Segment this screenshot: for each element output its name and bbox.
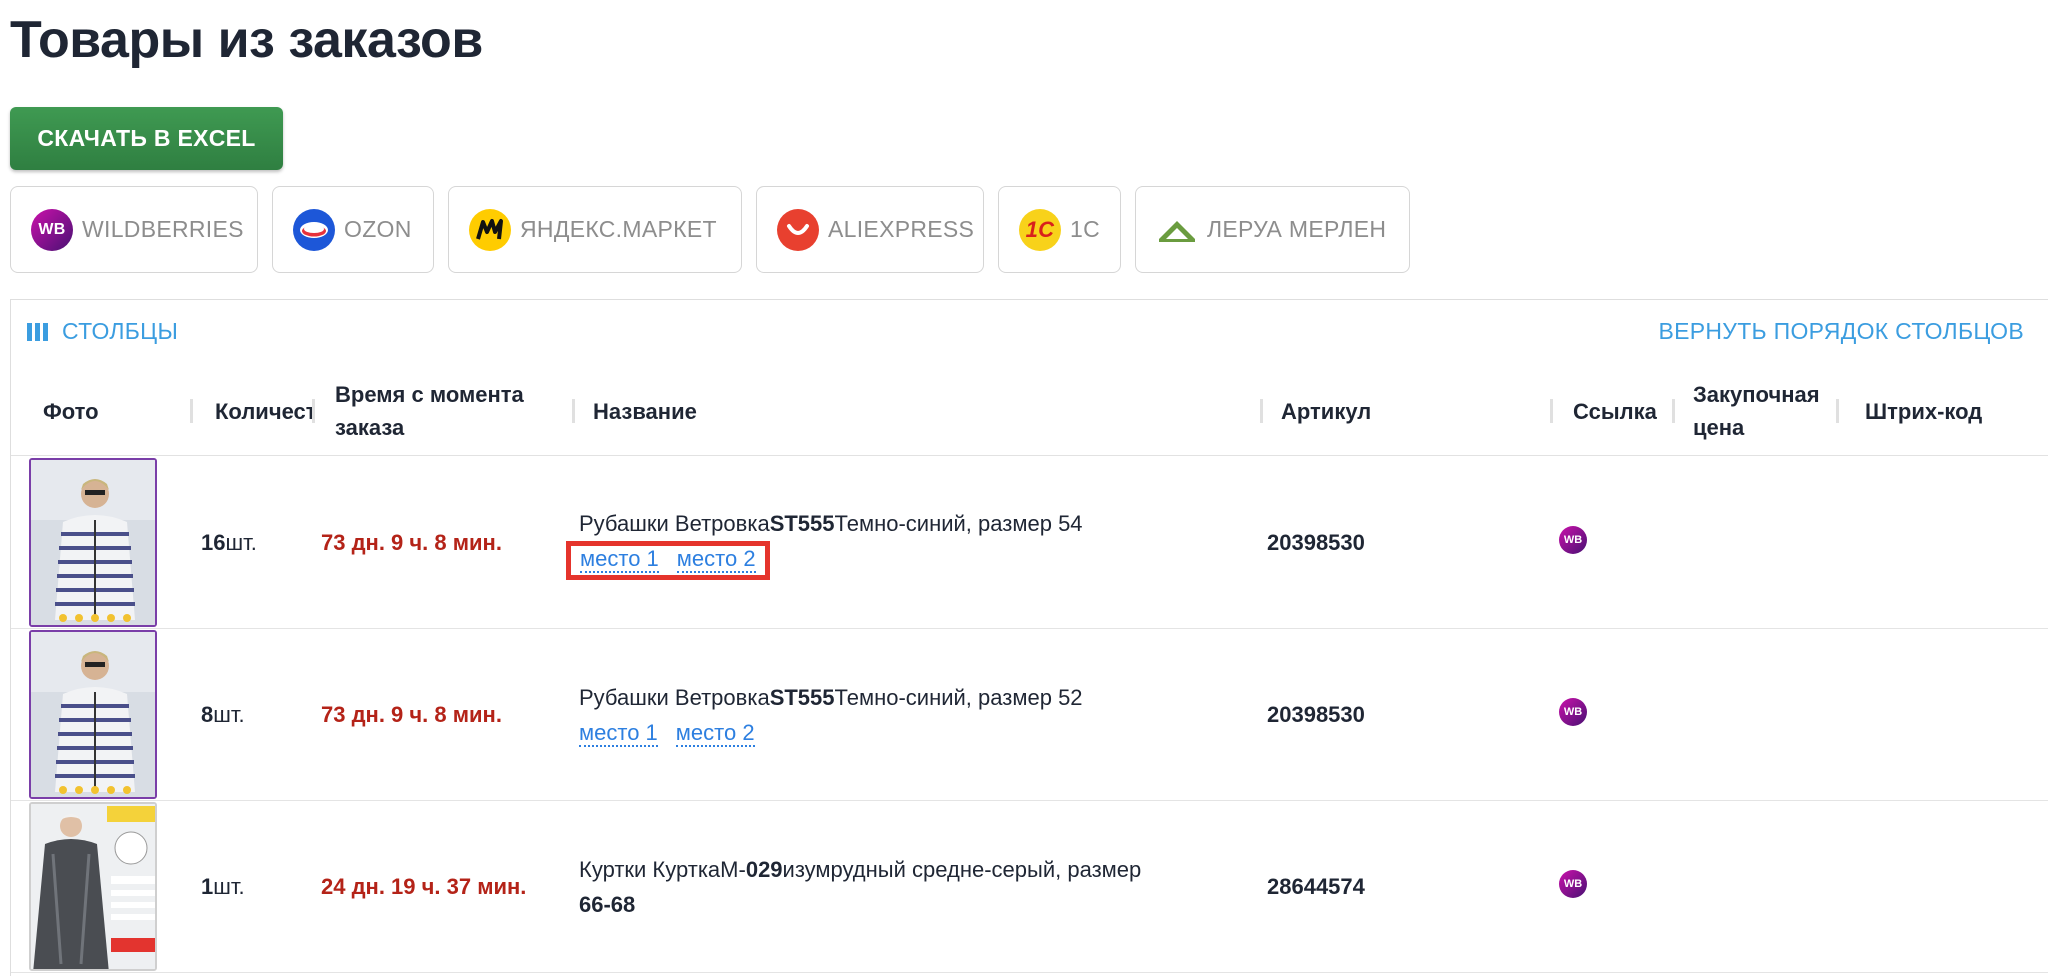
header-barcode[interactable]: Штрих-код (1865, 366, 2045, 456)
time-since-order: 73 дн. 9 ч. 8 мин. (321, 530, 502, 555)
ozon-logo-icon (293, 208, 335, 251)
time-since-order: 24 дн. 19 ч. 37 мин. (321, 874, 527, 899)
header-time-since-order[interactable]: Время с момента заказа (335, 366, 575, 456)
header-quantity[interactable]: Количество (215, 366, 315, 456)
product-photo[interactable] (29, 458, 157, 627)
quantity-cell: 1 шт. (201, 874, 245, 899)
place-1-link[interactable]: место 1 (579, 720, 658, 747)
page-title: Товары из заказов (10, 11, 483, 69)
marketplace-leroy-merlin-button[interactable]: ЛЕРУА МЕРЛЕН (1135, 186, 1410, 273)
orders-table: СТОЛБЦЫ ВЕРНУТЬ ПОРЯДОК СТОЛБЦОВ Фото Ко… (10, 299, 2048, 976)
leroy-merlin-logo-icon (1156, 209, 1198, 251)
product-photo[interactable] (29, 630, 157, 799)
reset-column-order-button[interactable]: ВЕРНУТЬ ПОРЯДОК СТОЛБЦОВ (1658, 318, 2024, 345)
marketplace-ozon-button[interactable]: OZON (272, 186, 434, 273)
table-row: 16 шт. 73 дн. 9 ч. 8 мин. Рубашки Ветровк… (11, 457, 2048, 629)
marketplace-label: OZON (344, 216, 412, 242)
sku-cell: 28644574 (1267, 874, 1365, 899)
table-header: Фото Количество Время с моментазаказа На… (11, 366, 2048, 456)
marketplace-label: ЯНДЕКС.МАРКЕТ (520, 216, 717, 242)
header-sku[interactable]: Артикул (1281, 366, 1553, 456)
header-purchase-price[interactable]: Закупочная цена (1693, 366, 1839, 456)
marketplace-label: ALIEXPRESS (828, 216, 975, 242)
link-cell: WB (1559, 629, 1587, 801)
place-2-link[interactable]: место 2 (676, 546, 756, 573)
columns-label: СТОЛБЦЫ (62, 318, 179, 344)
quantity-cell: 16 шт. (201, 530, 257, 555)
wildberries-link-icon[interactable]: WB (1559, 526, 1587, 554)
wildberries-logo-icon: WB (31, 208, 73, 251)
marketplace-1c-button[interactable]: 1С 1C (998, 186, 1121, 273)
product-name: Куртки КурткаМ-029изумрудный средне-серы… (579, 857, 1142, 917)
yandex-market-logo-icon (469, 208, 511, 251)
marketplace-label: ЛЕРУА МЕРЛЕН (1207, 216, 1387, 242)
product-name: Рубашки ВетровкаST555Темно-синий, размер… (579, 511, 1083, 536)
warehouse-links-highlighted: место 1 место 2 (566, 541, 770, 580)
product-name: Рубашки ВетровкаST555Темно-синий, размер… (579, 685, 1083, 710)
header-name[interactable]: Название (593, 366, 1263, 456)
marketplace-aliexpress-button[interactable]: ALIEXPRESS (756, 186, 984, 273)
header-photo[interactable]: Фото (43, 366, 193, 456)
wildberries-link-icon[interactable]: WB (1559, 698, 1587, 726)
marketplace-wildberries-button[interactable]: WB WILDBERRIES (10, 186, 258, 273)
link-cell: WB (1559, 801, 1587, 973)
aliexpress-logo-icon (777, 208, 819, 251)
place-1-link[interactable]: место 1 (580, 546, 659, 573)
place-2-link[interactable]: место 2 (675, 720, 755, 747)
table-row: 8 шт. 73 дн. 9 ч. 8 мин. Рубашки Ветровка… (11, 629, 2048, 801)
header-link[interactable]: Ссылка (1573, 366, 1675, 456)
marketplace-label: WILDBERRIES (82, 216, 244, 242)
marketplace-label: 1C (1070, 216, 1101, 242)
product-name-cell: Рубашки ВетровкаST555Темно-синий, размер… (566, 457, 1259, 629)
product-name-cell: Рубашки ВетровкаST555Темно-синий, размер… (579, 629, 1259, 801)
sku-cell: 20398530 (1267, 530, 1365, 555)
marketplace-yandex-market-button[interactable]: ЯНДЕКС.МАРКЕТ (448, 186, 742, 273)
time-since-order: 73 дн. 9 ч. 8 мин. (321, 702, 502, 727)
product-name-cell: Куртки КурткаМ-029изумрудный средне-серы… (579, 801, 1259, 973)
table-row: 1 шт. 24 дн. 19 ч. 37 мин. Куртки КурткаМ… (11, 801, 2048, 973)
product-photo[interactable] (29, 802, 157, 971)
link-cell: WB (1559, 457, 1587, 629)
columns-icon (27, 322, 48, 341)
columns-button[interactable]: СТОЛБЦЫ (27, 318, 178, 345)
sku-cell: 20398530 (1267, 702, 1365, 727)
1c-logo-icon: 1С (1019, 208, 1061, 251)
table-toolbar: СТОЛБЦЫ ВЕРНУТЬ ПОРЯДОК СТОЛБЦОВ (11, 300, 2048, 366)
quantity-cell: 8 шт. (201, 702, 245, 727)
wildberries-link-icon[interactable]: WB (1559, 870, 1587, 898)
download-excel-button[interactable]: СКАЧАТЬ В EXCEL (10, 107, 283, 170)
warehouse-links: место 1 место 2 (579, 720, 755, 747)
